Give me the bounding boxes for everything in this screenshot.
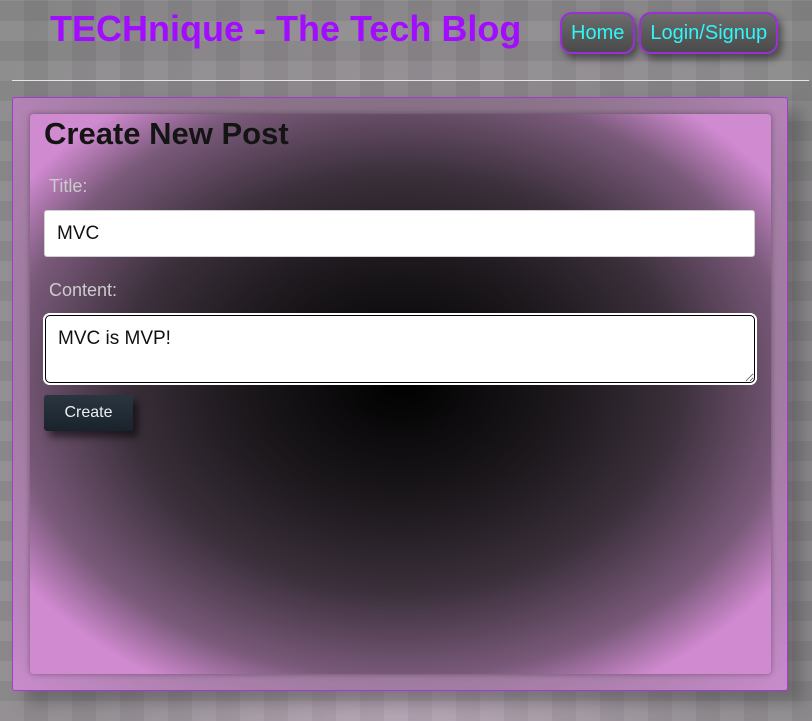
nav-home-button[interactable]: Home: [560, 12, 636, 54]
create-button[interactable]: Create: [44, 395, 133, 431]
content-textarea[interactable]: MVC is MVP!: [43, 313, 757, 385]
post-form-panel: [30, 114, 771, 674]
top-nav: Home Login/Signup: [560, 12, 779, 54]
form-heading: Create New Post: [44, 116, 289, 151]
title-input[interactable]: [44, 210, 755, 257]
title-label: Title:: [49, 176, 88, 196]
header-divider: [12, 80, 809, 81]
site-title: TECHnique - The Tech Blog: [50, 8, 522, 49]
content-label: Content:: [49, 280, 118, 300]
nav-login-signup-button[interactable]: Login/Signup: [639, 12, 779, 54]
